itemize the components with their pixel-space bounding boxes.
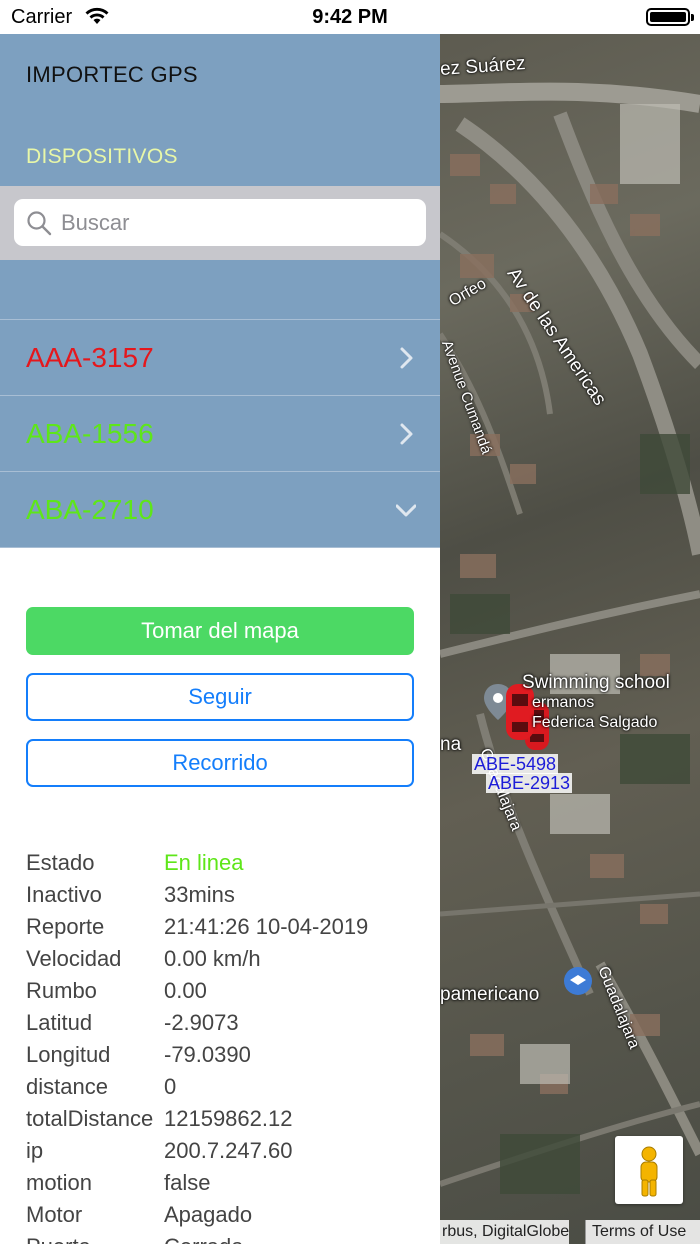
side-menu: IMPORTEC GPS DISPOSITIVOS AAA-3157 ABA-1… [0, 34, 440, 1244]
detail-key: Estado [26, 850, 95, 875]
detail-row: totalDistance 12159862.12 [26, 1102, 440, 1134]
detail-key: Latitud [26, 1010, 93, 1035]
street-label: na [440, 734, 462, 755]
chevron-right-icon [400, 423, 413, 445]
detail-row: distance 0 [26, 1070, 440, 1102]
detail-value: 12159862.12 [164, 1106, 293, 1131]
section-title: DISPOSITIVOS [26, 145, 178, 168]
search-bar [0, 186, 440, 260]
detail-row: Latitud -2.9073 [26, 1006, 440, 1038]
map-view[interactable]: ez Suárez Av de las Americas Orfeo Avenu… [440, 34, 700, 1244]
side-menu-header: IMPORTEC GPS DISPOSITIVOS [0, 34, 440, 186]
detail-row: Longitud -79.0390 [26, 1038, 440, 1070]
list-header [0, 260, 440, 320]
detail-key: distance [26, 1074, 108, 1099]
follow-button[interactable]: Seguir [26, 673, 414, 721]
route-button[interactable]: Recorrido [26, 739, 414, 787]
detail-row: motion false [26, 1166, 440, 1198]
detail-key: Rumbo [26, 978, 97, 1003]
chevron-right-icon [400, 347, 413, 369]
vehicle-label[interactable]: ABE-5498 [472, 754, 559, 774]
detail-row: Velocidad 0.00 km/h [26, 942, 440, 974]
detail-key: totalDistance [26, 1106, 154, 1131]
street-view-button[interactable] [615, 1136, 683, 1204]
search-box[interactable] [14, 199, 426, 246]
satellite-imagery [440, 82, 700, 1194]
detail-key: Longitud [26, 1042, 111, 1067]
detail-value: En linea [164, 850, 244, 875]
detail-key: Puerta [26, 1234, 91, 1244]
map-attribution: rbus, DigitalGlobe [440, 1220, 570, 1244]
app-title: IMPORTEC GPS [26, 62, 198, 87]
status-bar: Carrier 9:42 PM [0, 0, 700, 34]
poi-label: Swimming school [522, 672, 670, 693]
detail-value: 0 [164, 1074, 177, 1099]
detail-row: Reporte 21:41:26 10-04-2019 [26, 910, 440, 942]
search-input[interactable] [61, 208, 411, 238]
details-list: Estado En linea Inactivo 33mins Reporte 21:… [26, 846, 440, 1244]
device-details: Tomar del mapa Seguir Recorrido Estado En… [0, 548, 440, 1244]
detail-value: 21:41:26 10-04-2019 [164, 914, 369, 939]
terms-of-use-link[interactable]: Terms of Use [585, 1220, 700, 1244]
pegman-icon [640, 1146, 658, 1197]
detail-key: Velocidad [26, 946, 122, 971]
detail-value: false [164, 1170, 211, 1195]
detail-row: Puerta Cerrada [26, 1230, 440, 1244]
vehicle-label[interactable]: ABE-2913 [486, 773, 573, 793]
battery-icon [646, 8, 694, 26]
detail-key: Motor [26, 1202, 83, 1227]
detail-key: motion [26, 1170, 93, 1195]
detail-value: 0.00 km/h [164, 946, 261, 971]
detail-key: ip [26, 1138, 44, 1163]
device-plate: ABA-2710 [26, 494, 154, 525]
take-from-map-button[interactable]: Tomar del mapa [26, 607, 414, 655]
poi-label: ermanos [532, 694, 595, 711]
poi-label: pamericano [440, 984, 540, 1005]
detail-value: 0.00 [164, 978, 207, 1003]
search-icon [27, 211, 52, 236]
detail-value: 200.7.247.60 [164, 1138, 293, 1163]
device-row[interactable]: ABA-1556 [0, 396, 440, 472]
detail-key: Reporte [26, 914, 105, 939]
detail-value: Apagado [164, 1202, 253, 1227]
detail-value: 33mins [164, 882, 235, 907]
device-row[interactable]: AAA-3157 [0, 320, 440, 396]
device-plate: ABA-1556 [26, 418, 154, 449]
detail-value: -2.9073 [164, 1010, 239, 1035]
poi-label: Federica Salgado [532, 714, 658, 731]
detail-row: Rumbo 0.00 [26, 974, 440, 1006]
device-plate: AAA-3157 [26, 342, 154, 373]
detail-key: Inactivo [26, 882, 102, 907]
detail-row: Motor Apagado [26, 1198, 440, 1230]
device-row[interactable]: ABA-2710 [0, 472, 440, 548]
detail-row: Inactivo 33mins [26, 878, 440, 910]
detail-row: ip 200.7.247.60 [26, 1134, 440, 1166]
detail-row: Estado En linea [26, 846, 440, 878]
chevron-down-icon [396, 504, 416, 517]
detail-value: -79.0390 [164, 1042, 251, 1067]
detail-value: Cerrada [164, 1234, 243, 1244]
clock: 9:42 PM [312, 6, 388, 28]
